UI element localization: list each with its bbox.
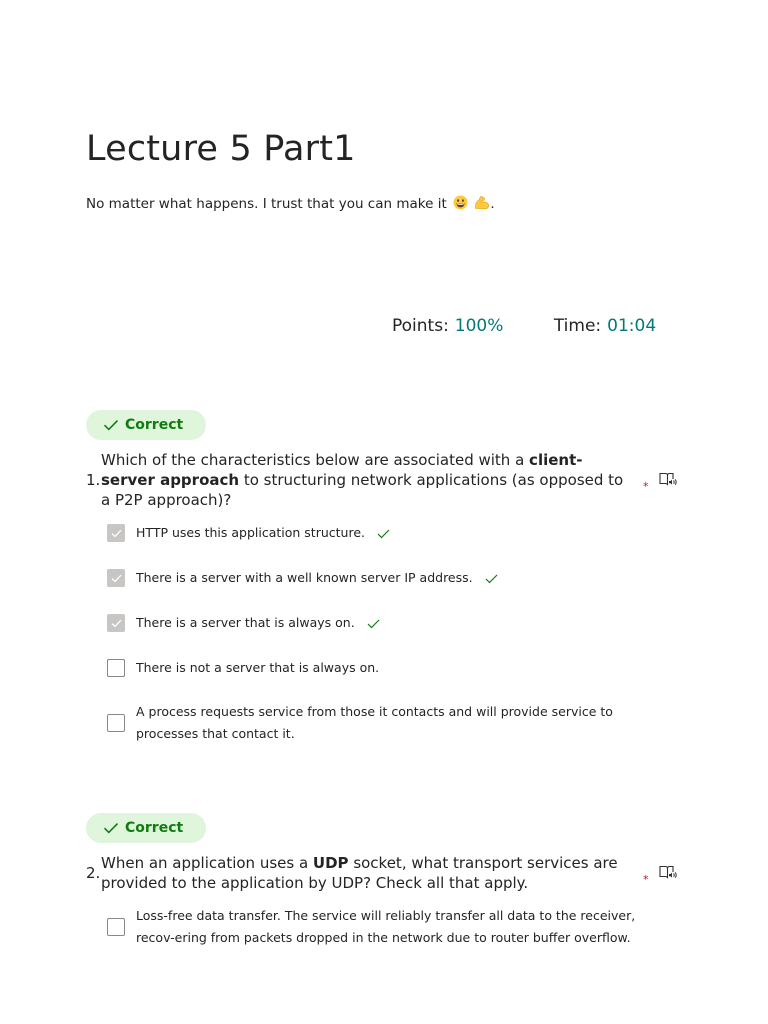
- option-label-text: There is a server with a well known serv…: [136, 570, 473, 585]
- score-summary: Points: 100% Time: 01:04: [392, 316, 656, 336]
- option-checkbox[interactable]: [107, 714, 125, 732]
- grinning-face-emoji-icon: [453, 195, 468, 214]
- option-label: There is a server with a well known serv…: [136, 567, 498, 589]
- checkbox-check-icon: [111, 574, 121, 582]
- correct-badge: Correct: [86, 813, 206, 843]
- flexed-biceps-emoji-icon: [474, 195, 490, 214]
- option-checkbox[interactable]: [107, 614, 125, 632]
- option-1[interactable]: Loss-free data transfer. The service wil…: [107, 905, 686, 949]
- option-5[interactable]: A process requests service from those it…: [107, 701, 686, 745]
- checkbox-check-icon: [111, 619, 121, 627]
- correct-answer-checkmark-icon: [485, 574, 498, 583]
- checkmark-icon: [103, 823, 119, 834]
- answer-options: HTTP uses this application structure. Th…: [107, 522, 686, 745]
- option-label-text: HTTP uses this application structure.: [136, 525, 365, 540]
- time-label: Time:: [553, 316, 602, 336]
- answer-options: Loss-free data transfer. The service wil…: [107, 905, 686, 949]
- form-description: No matter what happens. I trust that you…: [86, 195, 495, 214]
- question-text-bold: UDP: [312, 854, 349, 872]
- option-label: There is a server that is always on.: [136, 612, 380, 634]
- option-checkbox[interactable]: [107, 918, 125, 936]
- description-end: .: [490, 196, 495, 212]
- option-checkbox[interactable]: [107, 569, 125, 587]
- correct-answer-checkmark-icon: [367, 619, 380, 628]
- required-asterisk: *: [643, 873, 649, 886]
- immersive-reader-icon[interactable]: [659, 864, 678, 885]
- time-value: 01:04: [607, 316, 657, 336]
- required-asterisk: *: [643, 480, 649, 493]
- option-1[interactable]: HTTP uses this application structure.: [107, 522, 686, 544]
- option-checkbox[interactable]: [107, 659, 125, 677]
- points-label: Points:: [392, 316, 449, 336]
- checkmark-icon: [103, 420, 119, 431]
- checkbox-check-icon: [111, 529, 121, 537]
- option-label-text: There is a server that is always on.: [136, 615, 355, 630]
- question-header: 1. Which of the characteristics below ar…: [86, 450, 686, 510]
- time-stat: Time: 01:04: [554, 316, 656, 336]
- question-text: When an application uses a UDP socket, w…: [101, 853, 631, 893]
- correct-badge-label: Correct: [125, 820, 184, 836]
- question-number: 1.: [86, 471, 101, 489]
- question-text-part: Which of the characteristics below are a…: [101, 451, 530, 469]
- question-header: 2. When an application uses a UDP socket…: [86, 853, 686, 893]
- question-2: Correct 2. When an application uses a UD…: [86, 813, 686, 949]
- correct-answer-checkmark-icon: [377, 529, 390, 538]
- immersive-reader-icon[interactable]: [659, 471, 678, 492]
- option-label: Loss-free data transfer. The service wil…: [136, 908, 636, 945]
- option-label: HTTP uses this application structure.: [136, 522, 390, 544]
- question-1: Correct 1. Which of the characteristics …: [86, 410, 686, 745]
- correct-badge-label: Correct: [125, 417, 184, 433]
- question-text: Which of the characteristics below are a…: [101, 450, 631, 510]
- form-title: Lecture 5 Part1: [86, 129, 356, 169]
- option-checkbox[interactable]: [107, 524, 125, 542]
- description-text: No matter what happens. I trust that you…: [86, 196, 447, 212]
- question-number: 2.: [86, 864, 101, 882]
- option-label: A process requests service from those it…: [136, 704, 613, 741]
- correct-badge: Correct: [86, 410, 206, 440]
- points-value: 100%: [454, 316, 504, 336]
- points-stat: Points: 100%: [392, 316, 503, 336]
- option-4[interactable]: There is not a server that is always on.: [107, 657, 686, 679]
- option-3[interactable]: There is a server that is always on.: [107, 612, 686, 634]
- option-2[interactable]: There is a server with a well known serv…: [107, 567, 686, 589]
- option-label: There is not a server that is always on.: [136, 660, 380, 675]
- question-text-part: When an application uses a: [101, 854, 313, 872]
